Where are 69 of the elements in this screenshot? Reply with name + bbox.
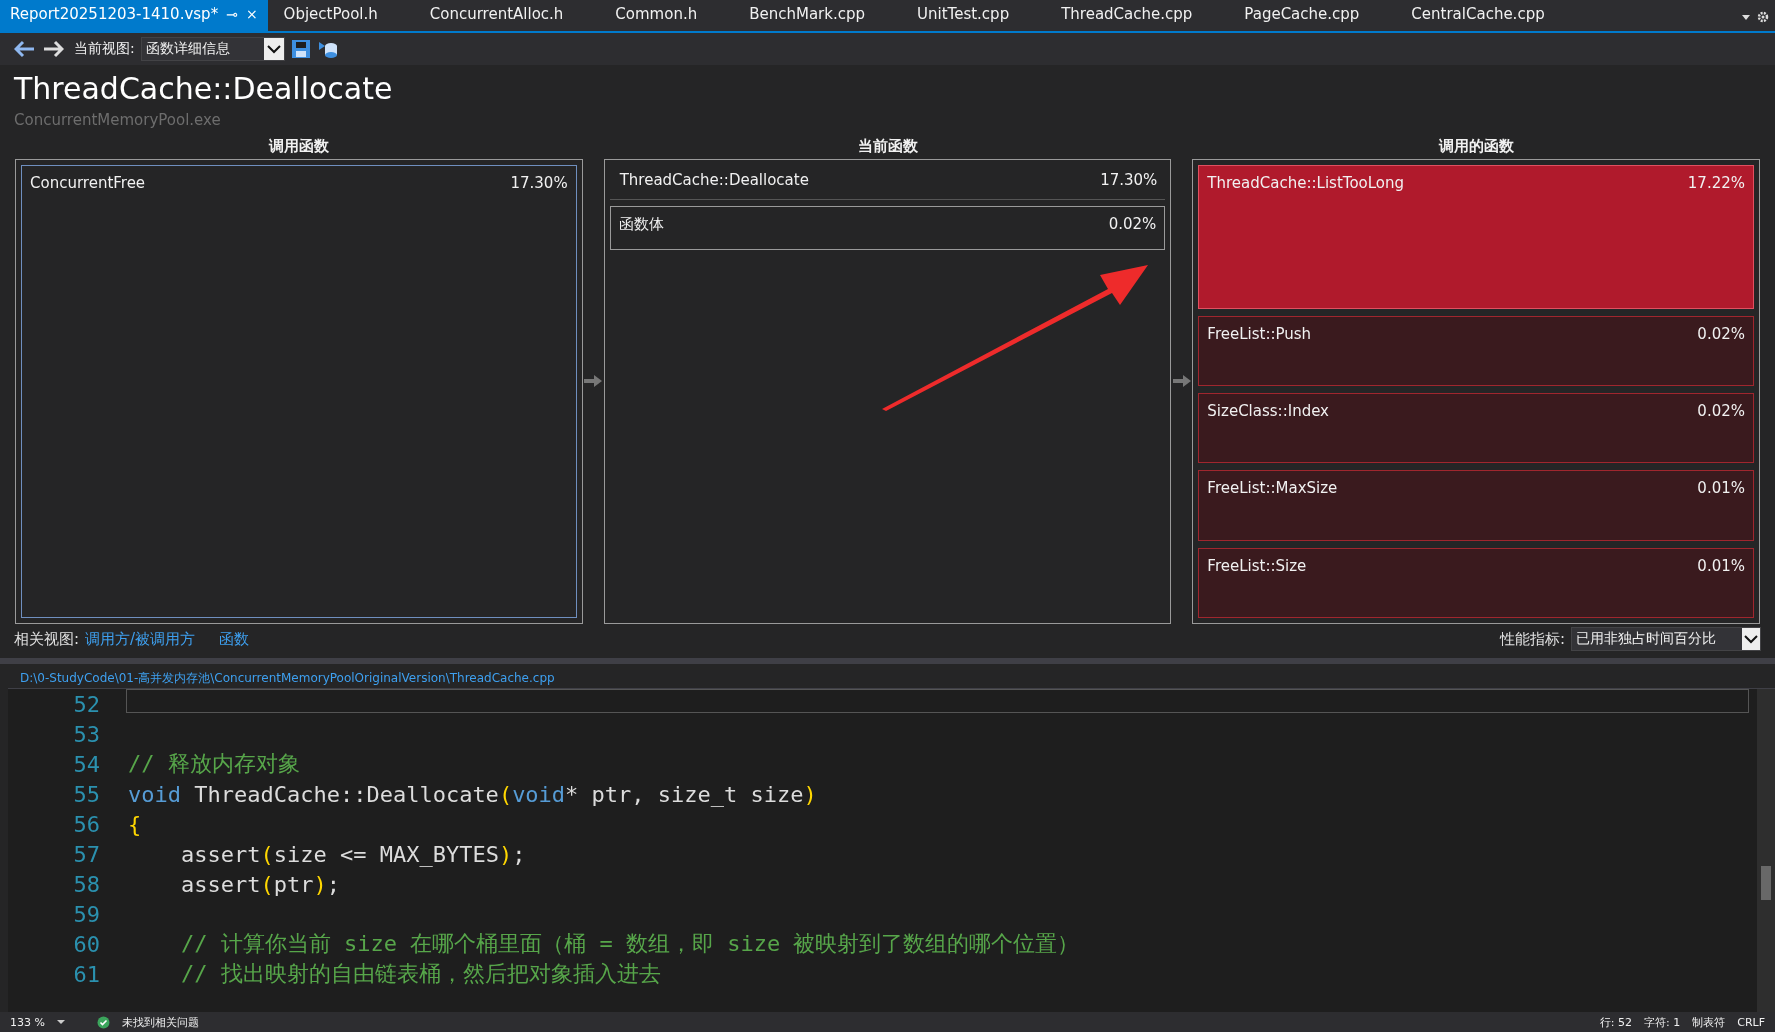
callee-item[interactable]: SizeClass::Index 0.02% [1198, 392, 1754, 464]
related-views-label: 相关视图: [14, 629, 80, 649]
callee-item[interactable]: FreeList::Size 0.01% [1198, 547, 1754, 618]
pin-icon[interactable]: ⊸ [226, 6, 238, 22]
code-line: assert(ptr); [179, 871, 340, 897]
view-label: 当前视图: [74, 40, 135, 58]
line-ending: CRLF [1737, 1015, 1765, 1029]
column-heading: 调用的函数 [1437, 137, 1515, 157]
scrollbar[interactable] [1757, 689, 1775, 1012]
callee-item[interactable]: ThreadCache::ListTooLong 17.22% [1198, 165, 1754, 309]
caret-icon[interactable] [1742, 628, 1760, 650]
line-number: 58 [72, 871, 101, 897]
code-line: assert(size <= MAX_BYTES); [179, 841, 526, 867]
arrow-icon [584, 373, 603, 388]
document-tab[interactable]: BenchMark.cpp [739, 0, 876, 31]
column-heading: 调用函数 [267, 137, 330, 157]
line-number: 55 [72, 781, 101, 807]
caret-icon[interactable] [56, 1019, 65, 1025]
metric-dropdown[interactable]: 已用非独占时间百分比 [1571, 627, 1761, 651]
line-number: 52 [72, 691, 101, 717]
caret-icon[interactable] [263, 38, 284, 60]
document-tab[interactable]: CentralCache.cpp [1401, 0, 1555, 31]
issues-status[interactable]: 未找到相关问题 [121, 1014, 199, 1030]
callee-item[interactable]: FreeList::Push 0.02% [1198, 315, 1754, 386]
function-body-item[interactable]: 函数体 0.02% [609, 206, 1166, 250]
zoom-level[interactable]: 133 % [10, 1015, 45, 1029]
function-name: ThreadCache::Deallocate [619, 171, 809, 189]
dropdown-icon[interactable] [1741, 13, 1751, 21]
back-icon[interactable] [14, 40, 36, 58]
column-heading: 当前函数 [856, 137, 919, 157]
line-number: 53 [72, 721, 101, 747]
code-line: void ThreadCache::Deallocate(void* ptr, size_t size) [128, 781, 817, 807]
char-position: 字符: 1 [1644, 1014, 1681, 1030]
line-number: 61 [72, 961, 101, 987]
related-view-link[interactable]: 函数 [219, 629, 250, 649]
related-view-link[interactable]: 调用方/被调用方 [85, 629, 196, 649]
code-line: // 找出映射的自由链表桶，然后把对象插入进去 [179, 960, 661, 988]
code-line: // 释放内存对象 [128, 750, 300, 778]
forward-icon[interactable] [42, 40, 64, 58]
line-number: 60 [72, 931, 101, 957]
callee-item[interactable]: FreeList::MaxSize 0.01% [1198, 470, 1754, 541]
check-icon [96, 1015, 110, 1029]
close-icon[interactable]: × [245, 6, 258, 22]
database-icon[interactable] [316, 39, 339, 59]
module-name: ConcurrentMemoryPool.exe [14, 110, 222, 131]
document-tab[interactable]: PageCache.cpp [1234, 0, 1370, 31]
line-position: 行: 52 [1599, 1014, 1632, 1030]
line-number: 54 [72, 751, 101, 777]
arrow-icon [1172, 373, 1191, 388]
view-dropdown[interactable]: 函数详细信息 [140, 37, 285, 61]
code-line: // 计算你当前 size 在哪个桶里面（桶 = 数组，即 size 被映射到了数组的哪个位置） [179, 930, 1080, 958]
document-tab[interactable]: ConcurrentAlloc.h [419, 0, 574, 31]
indent-mode: 制表符 [1692, 1014, 1726, 1030]
function-title: ThreadCache::Deallocate [14, 70, 394, 108]
save-icon[interactable] [290, 39, 311, 59]
file-path-link[interactable]: D:\0-StudyCode\01-高并发内存池\ConcurrentMemoryPoolOriginalVersion\ThreadCache.cpp [8, 664, 1775, 689]
document-tab[interactable]: ObjectPool.h [273, 0, 388, 31]
percent-value: 17.30% [1100, 171, 1158, 189]
document-tab[interactable]: UnitTest.cpp [907, 0, 1020, 31]
metric-label: 性能指标: [1499, 629, 1565, 649]
code-line: { [128, 811, 142, 837]
caller-item[interactable]: ConcurrentFree 17.30% [21, 165, 577, 618]
document-tab[interactable]: Report20251203-1410.vsp* ⊸ × [0, 0, 268, 31]
line-number: 59 [72, 901, 101, 927]
line-number: 57 [72, 841, 101, 867]
settings-icon[interactable] [1757, 11, 1769, 23]
document-tab[interactable]: Common.h [605, 0, 708, 31]
document-tab[interactable]: ThreadCache.cpp [1051, 0, 1203, 31]
line-number: 56 [72, 811, 101, 837]
